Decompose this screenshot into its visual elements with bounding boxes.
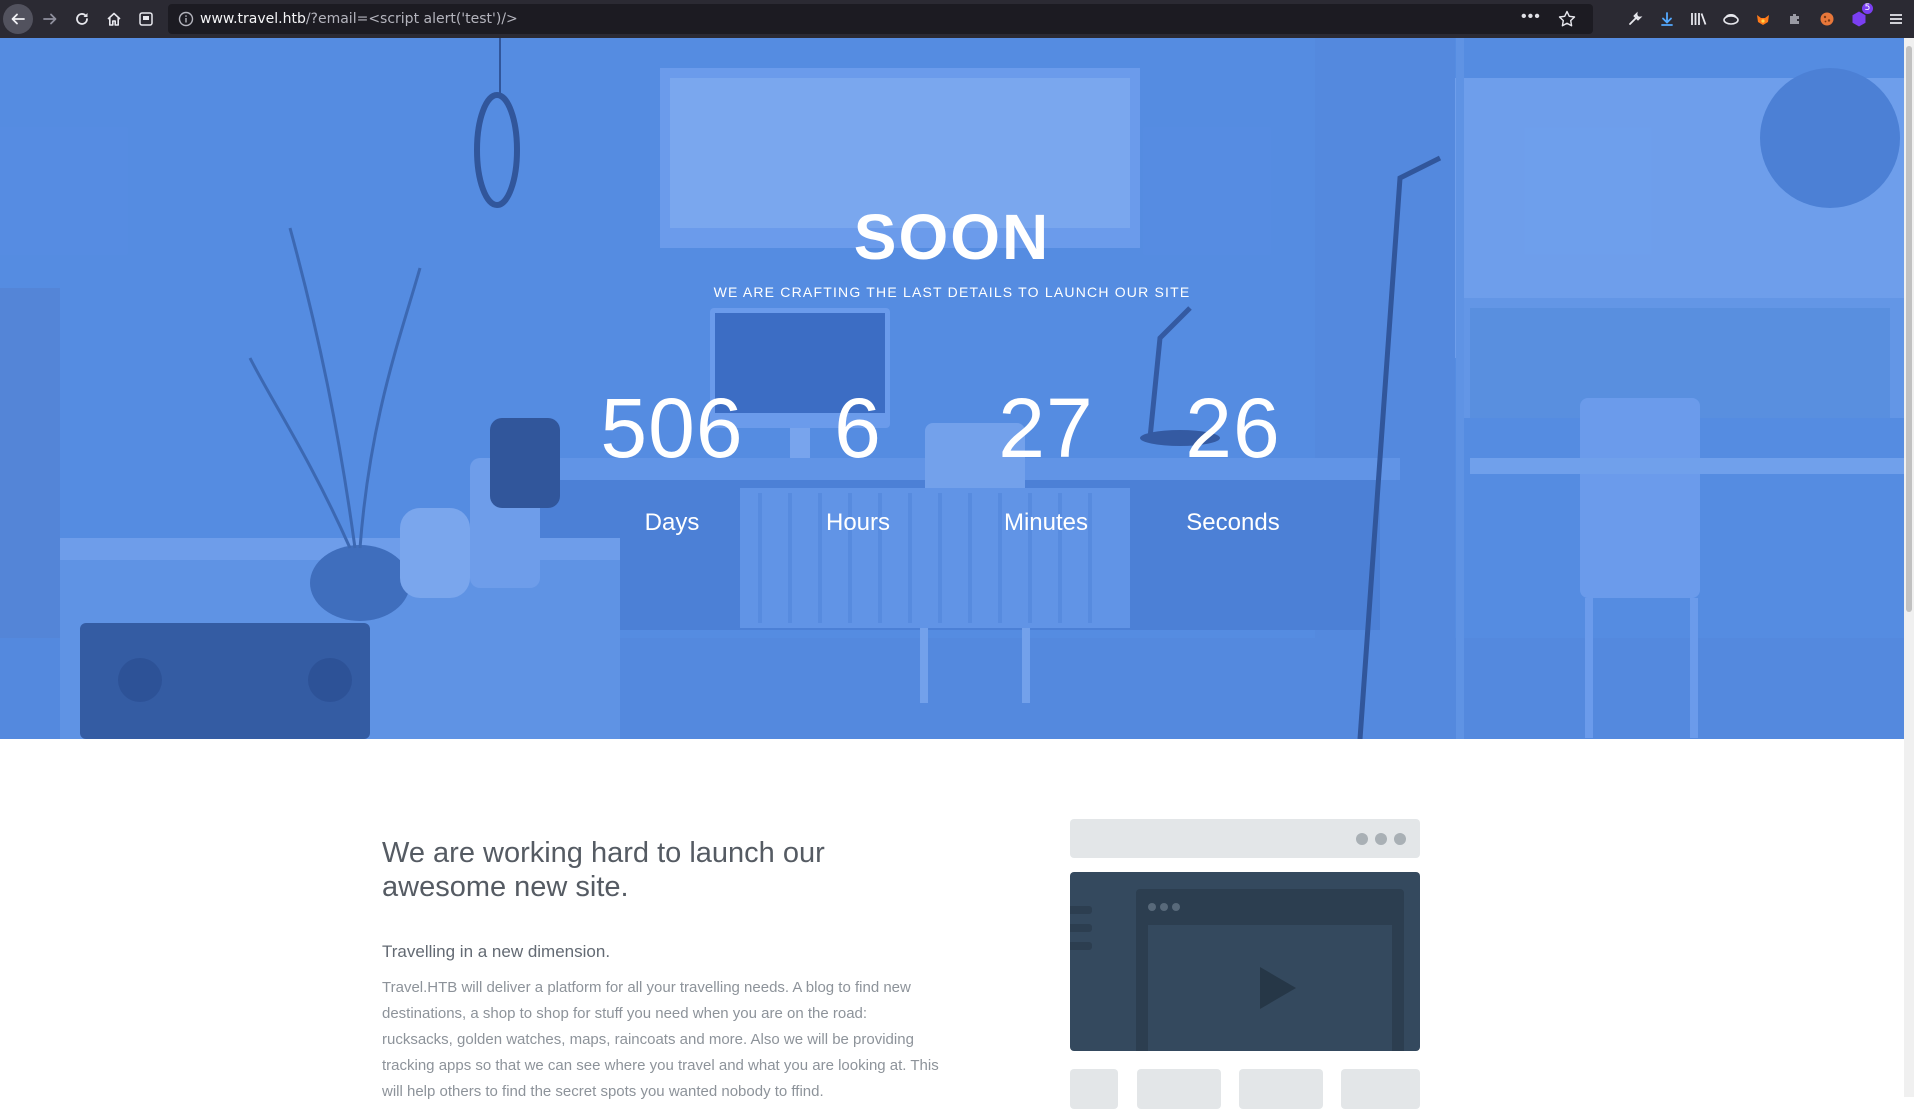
illustration-dot bbox=[1160, 903, 1168, 911]
countdown-seconds-value: 26 bbox=[1185, 381, 1281, 475]
content-body: Travel.HTB will deliver a platform for a… bbox=[382, 979, 939, 1100]
countdown-seconds-label: Seconds bbox=[1186, 509, 1280, 536]
puzzle-extension-icon[interactable] bbox=[1785, 9, 1805, 29]
more-icon[interactable]: ••• bbox=[1521, 9, 1541, 28]
illustration-tile bbox=[1239, 1069, 1323, 1109]
countdown-seconds: 26 Seconds bbox=[1133, 378, 1333, 538]
back-button[interactable] bbox=[2, 0, 34, 38]
library-icon[interactable] bbox=[1689, 9, 1709, 29]
home-button[interactable] bbox=[98, 0, 130, 38]
reader-view-button[interactable] bbox=[130, 0, 162, 38]
extension-icon[interactable] bbox=[1721, 9, 1741, 29]
illustration-screen bbox=[1070, 872, 1420, 1051]
illustration-sidebar-line bbox=[1070, 906, 1092, 914]
extension-badge: 5 bbox=[1862, 3, 1873, 14]
illustration-dot bbox=[1375, 833, 1387, 845]
hero-title: SOON bbox=[853, 201, 1051, 273]
wrench-icon[interactable] bbox=[1625, 9, 1645, 29]
countdown-hours: 6 Hours bbox=[758, 378, 958, 538]
illustration-dot bbox=[1394, 833, 1406, 845]
countdown-days-label: Days bbox=[644, 509, 700, 536]
countdown-minutes: 27 Minutes bbox=[946, 378, 1146, 538]
countdown-days: 506 Days bbox=[572, 378, 772, 538]
illustration-player bbox=[1148, 925, 1392, 1051]
illustration-tile bbox=[1341, 1069, 1420, 1109]
fox-extension-icon[interactable] bbox=[1753, 9, 1773, 29]
scrollbar-thumb[interactable] bbox=[1906, 46, 1912, 612]
illustration-dot bbox=[1356, 833, 1368, 845]
site-info-icon[interactable] bbox=[178, 11, 194, 27]
illustration-dot bbox=[1148, 903, 1156, 911]
url-host: www.travel.htb bbox=[200, 11, 306, 27]
countdown-hours-value: 6 bbox=[834, 381, 882, 475]
illustration-dot bbox=[1172, 903, 1180, 911]
hero-section: SOON WE ARE CRAFTING THE LAST DETAILS TO… bbox=[0, 38, 1904, 739]
countdown-days-value: 506 bbox=[600, 381, 744, 475]
forward-arrow-icon bbox=[43, 13, 57, 25]
reload-icon bbox=[76, 13, 88, 25]
downloads-icon[interactable] bbox=[1657, 9, 1677, 29]
cookie-extension-icon[interactable] bbox=[1817, 9, 1837, 29]
content-heading: We are working hard to launch our awesom… bbox=[382, 837, 825, 903]
countdown-hours-label: Hours bbox=[825, 509, 891, 536]
forward-button[interactable] bbox=[34, 0, 66, 38]
illustration-video-window bbox=[1136, 889, 1404, 1051]
reload-button[interactable] bbox=[66, 0, 98, 38]
illustration-tile bbox=[1137, 1069, 1221, 1109]
illustration-browser-bar bbox=[1070, 819, 1420, 858]
browser-toolbar: www.travel.htb/?email=<script alert('tes… bbox=[0, 0, 1914, 38]
reader-view-icon bbox=[139, 12, 153, 26]
illustration-tile bbox=[1070, 1069, 1118, 1109]
hero-subtitle: WE ARE CRAFTING THE LAST DETAILS TO LAUN… bbox=[713, 284, 1191, 300]
illustration-sidebar-line bbox=[1070, 942, 1092, 950]
hex-extension-icon[interactable]: 5 bbox=[1849, 3, 1873, 29]
bookmark-star-icon[interactable] bbox=[1557, 9, 1577, 29]
countdown-minutes-label: Minutes bbox=[1003, 509, 1089, 536]
content-subheading: Travelling in a new dimension. bbox=[382, 942, 611, 961]
page-scrollbar[interactable] bbox=[1904, 38, 1914, 1097]
url-bar[interactable]: www.travel.htb/?email=<script alert('tes… bbox=[168, 4, 1593, 34]
url-text[interactable]: www.travel.htb/?email=<script alert('tes… bbox=[200, 4, 518, 34]
illustration-sidebar-line bbox=[1070, 924, 1092, 932]
countdown-minutes-value: 27 bbox=[998, 381, 1094, 475]
back-arrow-icon bbox=[3, 4, 33, 34]
hamburger-menu-icon[interactable] bbox=[1886, 9, 1906, 29]
home-icon bbox=[107, 12, 121, 26]
url-path: /?email=<script alert('test')/> bbox=[305, 11, 518, 27]
play-icon bbox=[1260, 967, 1296, 1009]
